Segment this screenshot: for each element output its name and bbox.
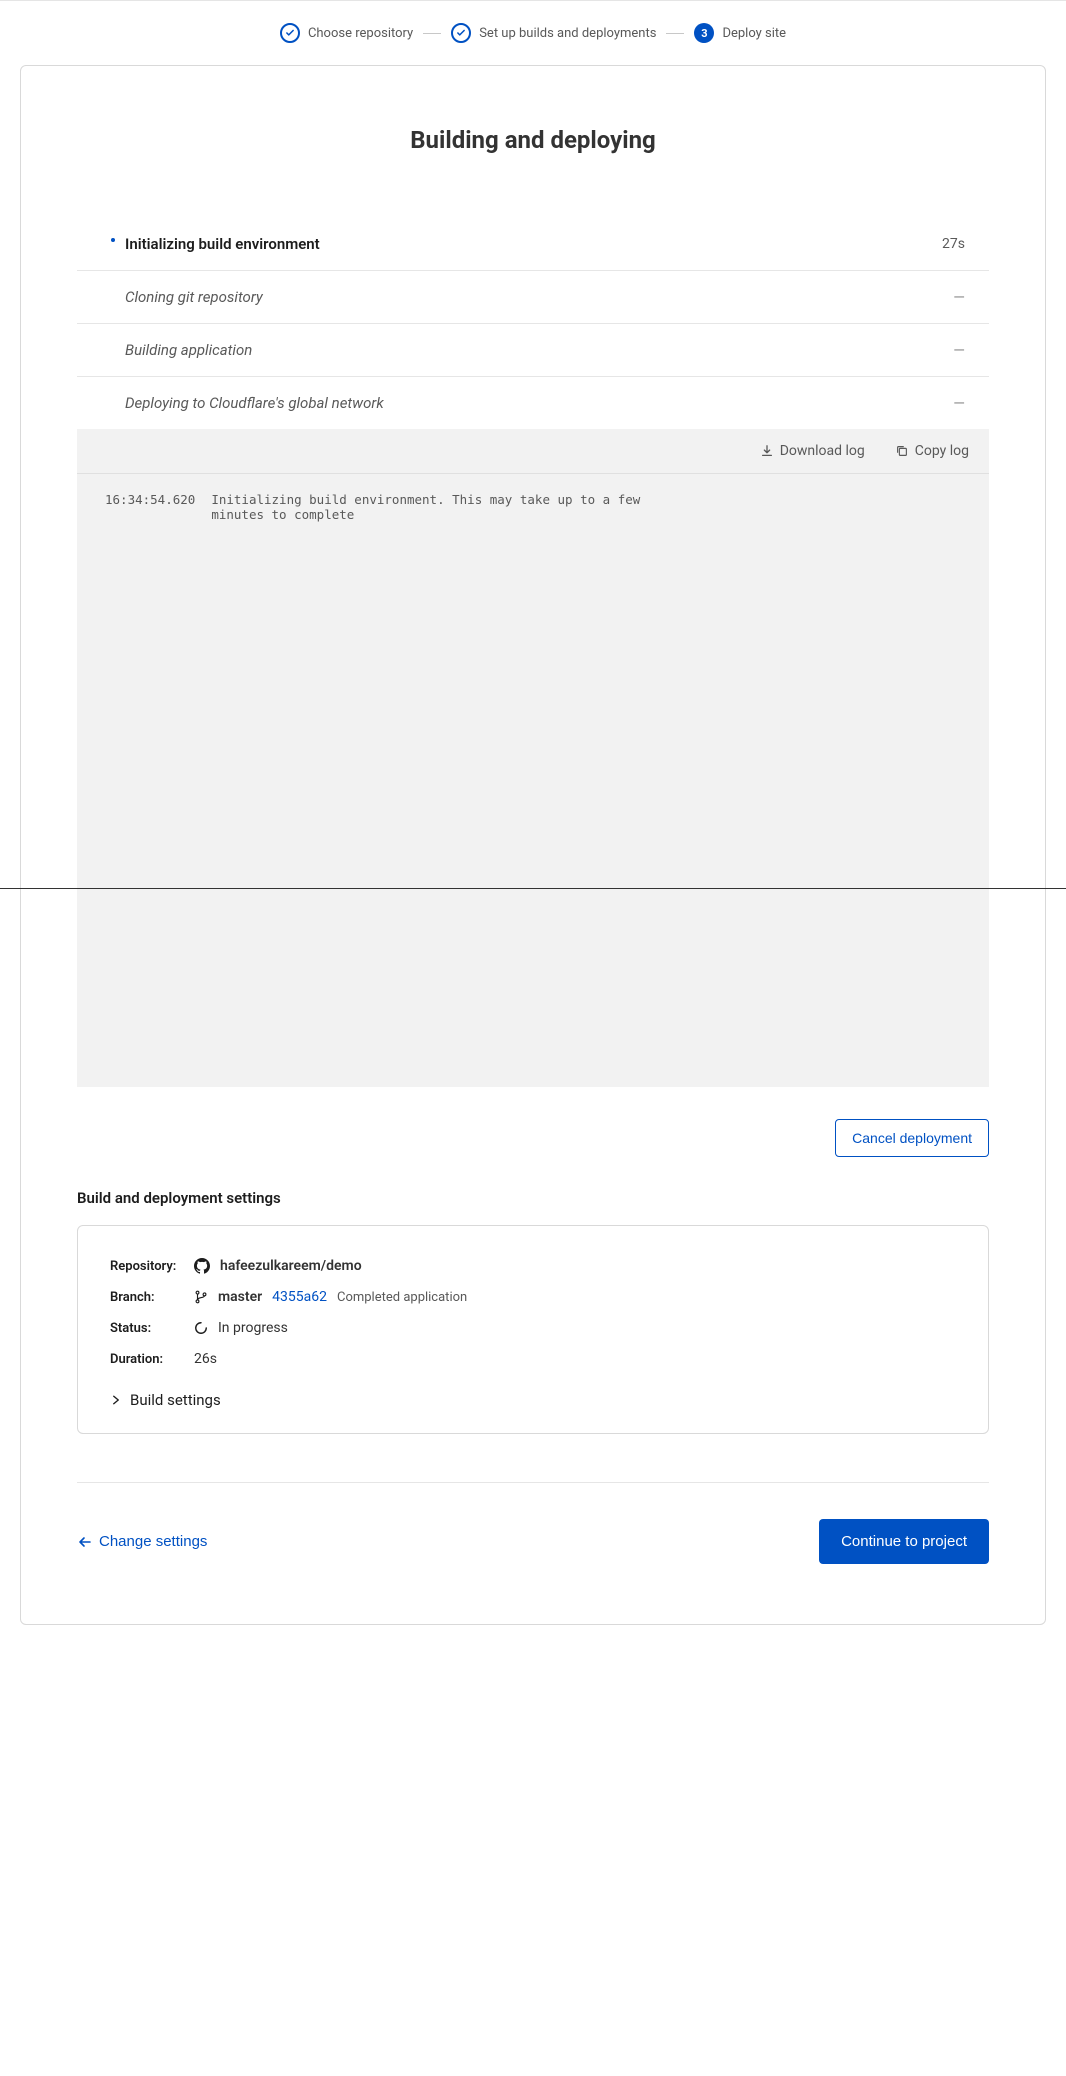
continue-to-project-button[interactable]: Continue to project bbox=[819, 1519, 989, 1564]
duration-row: Duration: 26s bbox=[110, 1351, 956, 1367]
settings-card: Repository: hafeezulkareem/demo Branch: … bbox=[77, 1225, 989, 1434]
footer-actions: Change settings Continue to project bbox=[77, 1519, 989, 1564]
step-separator bbox=[423, 33, 441, 34]
repository-row: Repository: hafeezulkareem/demo bbox=[110, 1258, 956, 1274]
status-value: In progress bbox=[218, 1320, 288, 1336]
step-1[interactable]: Choose repository bbox=[280, 23, 413, 43]
log-panel[interactable]: 16:34:54.620 Initializing build environm… bbox=[77, 473, 989, 1087]
stage-time: — bbox=[953, 394, 965, 412]
repository-key: Repository: bbox=[110, 1259, 182, 1274]
page-title: Building and deploying bbox=[21, 66, 1045, 218]
download-icon bbox=[760, 444, 774, 458]
step-separator bbox=[666, 33, 684, 34]
branch-name: master bbox=[218, 1289, 262, 1305]
step-3: 3 Deploy site bbox=[694, 23, 786, 43]
build-stages: Initializing build environment 27s Cloni… bbox=[77, 218, 989, 429]
build-settings-toggle[interactable]: Build settings bbox=[110, 1391, 956, 1409]
stepper: Choose repository Set up builds and depl… bbox=[0, 1, 1066, 65]
stage-label: Building application bbox=[125, 341, 953, 359]
step-label: Set up builds and deployments bbox=[479, 26, 656, 41]
stage-label: Initializing build environment bbox=[125, 235, 942, 253]
check-icon bbox=[280, 23, 300, 43]
cancel-deployment-button[interactable]: Cancel deployment bbox=[835, 1119, 989, 1157]
step-2[interactable]: Set up builds and deployments bbox=[451, 23, 656, 43]
stage-label: Cloning git repository bbox=[125, 288, 953, 306]
github-icon bbox=[194, 1258, 210, 1274]
arrow-left-icon bbox=[77, 1534, 93, 1550]
main-card: Building and deploying Initializing buil… bbox=[20, 65, 1046, 1625]
duration-value: 26s bbox=[194, 1351, 217, 1367]
change-settings-button[interactable]: Change settings bbox=[77, 1533, 207, 1550]
status-row: Status: In progress bbox=[110, 1320, 956, 1336]
stage-label: Deploying to Cloudflare's global network bbox=[125, 394, 953, 412]
chevron-right-icon bbox=[110, 1394, 122, 1406]
step-number-badge: 3 bbox=[694, 23, 714, 43]
log-toolbar: Download log Copy log bbox=[77, 429, 989, 473]
change-settings-label: Change settings bbox=[99, 1533, 207, 1550]
step-label: Choose repository bbox=[308, 26, 413, 41]
duration-key: Duration: bbox=[110, 1352, 182, 1367]
divider bbox=[77, 1482, 989, 1483]
stage-row[interactable]: Building application — bbox=[77, 324, 989, 377]
log-message: Initializing build environment. This may… bbox=[211, 492, 691, 522]
branch-key: Branch: bbox=[110, 1290, 182, 1305]
stage-time: — bbox=[953, 288, 965, 306]
log-line: 16:34:54.620 Initializing build environm… bbox=[105, 492, 961, 522]
stage-row[interactable]: Cloning git repository — bbox=[77, 271, 989, 324]
build-settings-label: Build settings bbox=[130, 1391, 221, 1409]
copy-icon bbox=[895, 444, 909, 458]
branch-icon bbox=[194, 1290, 208, 1304]
copy-log-button[interactable]: Copy log bbox=[895, 443, 969, 459]
log-timestamp: 16:34:54.620 bbox=[105, 492, 195, 522]
settings-heading: Build and deployment settings bbox=[77, 1189, 989, 1207]
commit-message: Completed application bbox=[337, 1290, 467, 1305]
download-log-button[interactable]: Download log bbox=[760, 443, 865, 459]
check-icon bbox=[451, 23, 471, 43]
spinner-icon bbox=[111, 238, 115, 242]
copy-log-label: Copy log bbox=[915, 443, 969, 459]
stage-time: 27s bbox=[942, 236, 965, 252]
download-log-label: Download log bbox=[780, 443, 865, 459]
step-label: Deploy site bbox=[722, 26, 786, 41]
commit-hash[interactable]: 4355a62 bbox=[272, 1289, 327, 1305]
spinner-icon bbox=[194, 1321, 208, 1335]
branch-row: Branch: master 4355a62 Completed applica… bbox=[110, 1289, 956, 1305]
repository-value: hafeezulkareem/demo bbox=[220, 1258, 362, 1274]
stage-row[interactable]: Deploying to Cloudflare's global network… bbox=[77, 377, 989, 429]
stage-time: — bbox=[953, 341, 965, 359]
stage-row[interactable]: Initializing build environment 27s bbox=[77, 218, 989, 271]
divider bbox=[0, 888, 1066, 889]
status-key: Status: bbox=[110, 1321, 182, 1336]
